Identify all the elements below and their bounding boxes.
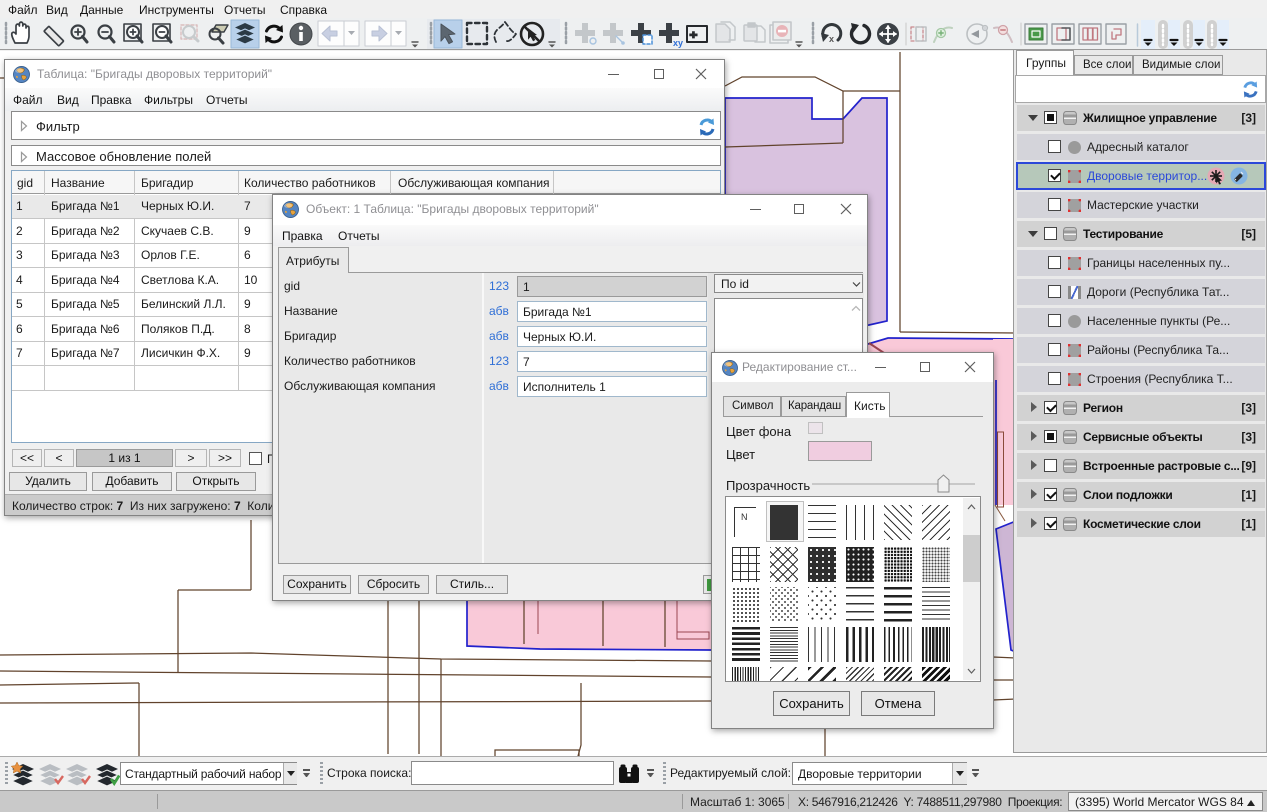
svg-text:x: x: [829, 34, 834, 44]
svg-text:xy: xy: [673, 38, 683, 48]
